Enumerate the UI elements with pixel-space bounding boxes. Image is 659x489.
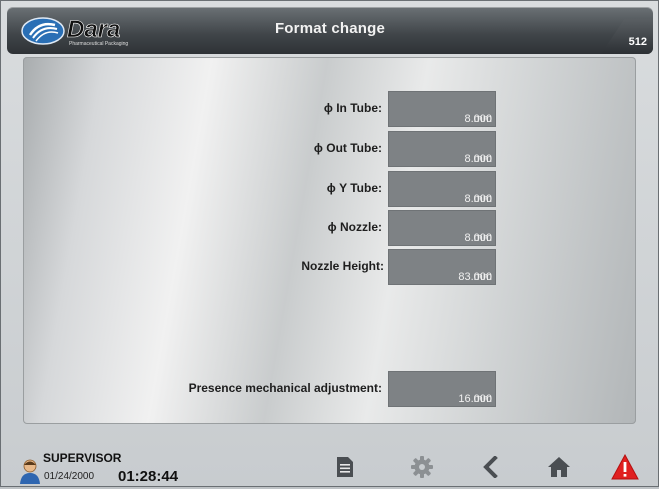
home-icon[interactable] [545, 453, 573, 481]
field-row-y-tube: ϕ Y Tube: [23, 171, 382, 207]
field-label: ϕ In Tube: [323, 101, 382, 115]
presence-adjustment-value-field[interactable]: 16.000 mm [388, 371, 496, 407]
field-label: Presence mechanical adjustment: [188, 381, 382, 395]
alarm-warning-icon[interactable] [611, 453, 639, 481]
field-label: ϕ Nozzle: [327, 220, 382, 234]
field-row-presence: Presence mechanical adjustment: [23, 371, 382, 407]
time-display: 01:28:44 [118, 468, 179, 485]
date-display: 01/24/2000 [44, 471, 95, 482]
current-user: SUPERVISOR [43, 451, 122, 465]
nozzle-value-field[interactable]: 8.000 mm [388, 210, 496, 246]
user-avatar-icon[interactable] [19, 458, 41, 484]
document-icon[interactable] [331, 453, 359, 481]
svg-text:Pharmaceutical Packaging: Pharmaceutical Packaging [69, 41, 128, 47]
back-arrow-icon[interactable] [476, 453, 504, 481]
page-number: 512 [628, 36, 647, 48]
field-row-out-tube: ϕ Out Tube: [23, 131, 382, 167]
y-tube-value-field[interactable]: 8.000 mm [388, 171, 496, 207]
in-tube-value-field[interactable]: 8.000 mm [388, 91, 496, 127]
field-label: ϕ Out Tube: [313, 141, 382, 155]
field-label: ϕ Y Tube: [326, 181, 382, 195]
page-title: Format change [274, 20, 386, 37]
field-row-nozzle-height: Nozzle Height: [23, 249, 384, 285]
window-frame: Dara Pharmaceutical Packaging Format cha… [0, 0, 659, 487]
header-bar: Dara Pharmaceutical Packaging Format cha… [7, 7, 653, 54]
field-row-nozzle: ϕ Nozzle: [23, 210, 382, 246]
nozzle-height-value-field[interactable]: 83.000 mm [388, 249, 496, 285]
out-tube-value-field[interactable]: 8.000 mm [388, 131, 496, 167]
gear-icon[interactable] [408, 453, 436, 481]
field-row-in-tube: ϕ In Tube: [23, 91, 382, 127]
field-label: Nozzle Height: [301, 259, 384, 273]
